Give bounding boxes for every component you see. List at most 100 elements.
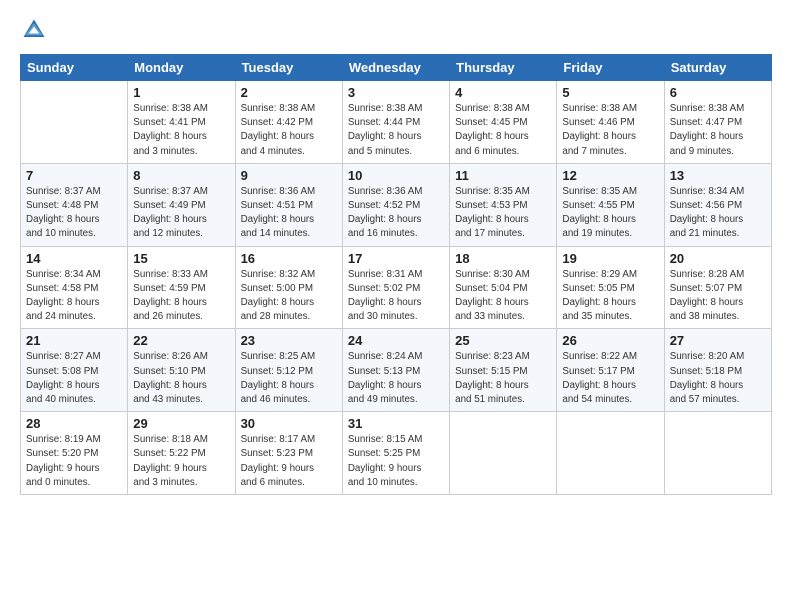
day-number: 2 — [241, 85, 337, 100]
calendar-cell: 17 Sunrise: 8:31 AM Sunset: 5:02 PM Dayli… — [342, 246, 449, 329]
calendar-cell — [450, 412, 557, 495]
day-info: Sunrise: 8:24 AM Sunset: 5:13 PM Dayligh… — [348, 350, 444, 407]
week-row-3: 14 Sunrise: 8:34 AM Sunset: 4:58 PM Dayli… — [21, 246, 772, 329]
calendar-cell: 29 Sunrise: 8:18 AM Sunset: 5:22 PM Dayli… — [128, 412, 235, 495]
day-number: 1 — [133, 85, 229, 100]
calendar-cell: 15 Sunrise: 8:33 AM Sunset: 4:59 PM Dayli… — [128, 246, 235, 329]
calendar-cell: 2 Sunrise: 8:38 AM Sunset: 4:42 PM Daylig… — [235, 81, 342, 164]
day-info: Sunrise: 8:38 AM Sunset: 4:44 PM Dayligh… — [348, 102, 444, 159]
day-number: 19 — [562, 251, 658, 266]
weekday-header-tuesday: Tuesday — [235, 55, 342, 81]
logo-icon — [20, 16, 48, 44]
day-info: Sunrise: 8:35 AM Sunset: 4:55 PM Dayligh… — [562, 185, 658, 242]
weekday-header-friday: Friday — [557, 55, 664, 81]
day-info: Sunrise: 8:34 AM Sunset: 4:56 PM Dayligh… — [670, 185, 766, 242]
calendar-cell: 1 Sunrise: 8:38 AM Sunset: 4:41 PM Daylig… — [128, 81, 235, 164]
day-number: 29 — [133, 416, 229, 431]
day-number: 10 — [348, 168, 444, 183]
day-number: 12 — [562, 168, 658, 183]
calendar-cell: 6 Sunrise: 8:38 AM Sunset: 4:47 PM Daylig… — [664, 81, 771, 164]
day-number: 14 — [26, 251, 122, 266]
calendar-cell — [557, 412, 664, 495]
weekday-header-row: SundayMondayTuesdayWednesdayThursdayFrid… — [21, 55, 772, 81]
day-number: 13 — [670, 168, 766, 183]
day-info: Sunrise: 8:32 AM Sunset: 5:00 PM Dayligh… — [241, 268, 337, 325]
weekday-header-wednesday: Wednesday — [342, 55, 449, 81]
day-number: 28 — [26, 416, 122, 431]
day-info: Sunrise: 8:28 AM Sunset: 5:07 PM Dayligh… — [670, 268, 766, 325]
calendar-cell: 11 Sunrise: 8:35 AM Sunset: 4:53 PM Dayli… — [450, 163, 557, 246]
weekday-header-monday: Monday — [128, 55, 235, 81]
day-number: 3 — [348, 85, 444, 100]
calendar-cell: 18 Sunrise: 8:30 AM Sunset: 5:04 PM Dayli… — [450, 246, 557, 329]
calendar-cell: 19Sunrise: 8:29 AM Sunset: 5:05 PM Dayli… — [557, 246, 664, 329]
calendar-table: SundayMondayTuesdayWednesdayThursdayFrid… — [20, 54, 772, 495]
day-info: Sunrise: 8:19 AM Sunset: 5:20 PM Dayligh… — [26, 433, 122, 490]
calendar-cell — [664, 412, 771, 495]
calendar-cell: 23Sunrise: 8:25 AM Sunset: 5:12 PM Dayli… — [235, 329, 342, 412]
day-info: Sunrise: 8:36 AM Sunset: 4:52 PM Dayligh… — [348, 185, 444, 242]
day-number: 22 — [133, 333, 229, 348]
day-number: 30 — [241, 416, 337, 431]
day-number: 26 — [562, 333, 658, 348]
calendar-cell: 22 Sunrise: 8:26 AM Sunset: 5:10 PM Dayli… — [128, 329, 235, 412]
day-info: Sunrise: 8:25 AM Sunset: 5:12 PM Dayligh… — [241, 350, 337, 407]
day-number: 6 — [670, 85, 766, 100]
week-row-2: 7 Sunrise: 8:37 AM Sunset: 4:48 PM Daylig… — [21, 163, 772, 246]
day-info: Sunrise: 8:38 AM Sunset: 4:45 PM Dayligh… — [455, 102, 551, 159]
day-info: Sunrise: 8:22 AM Sunset: 5:17 PM Dayligh… — [562, 350, 658, 407]
day-info: Sunrise: 8:15 AM Sunset: 5:25 PM Dayligh… — [348, 433, 444, 490]
day-number: 4 — [455, 85, 551, 100]
day-info: Sunrise: 8:17 AM Sunset: 5:23 PM Dayligh… — [241, 433, 337, 490]
day-info: Sunrise: 8:27 AM Sunset: 5:08 PM Dayligh… — [26, 350, 122, 407]
day-info: Sunrise: 8:38 AM Sunset: 4:47 PM Dayligh… — [670, 102, 766, 159]
day-info: Sunrise: 8:31 AM Sunset: 5:02 PM Dayligh… — [348, 268, 444, 325]
day-info: Sunrise: 8:38 AM Sunset: 4:42 PM Dayligh… — [241, 102, 337, 159]
day-number: 17 — [348, 251, 444, 266]
calendar-cell: 8Sunrise: 8:37 AM Sunset: 4:49 PM Daylig… — [128, 163, 235, 246]
week-row-1: 1 Sunrise: 8:38 AM Sunset: 4:41 PM Daylig… — [21, 81, 772, 164]
day-info: Sunrise: 8:26 AM Sunset: 5:10 PM Dayligh… — [133, 350, 229, 407]
calendar-cell — [21, 81, 128, 164]
calendar-cell: 13 Sunrise: 8:34 AM Sunset: 4:56 PM Dayli… — [664, 163, 771, 246]
day-info: Sunrise: 8:34 AM Sunset: 4:58 PM Dayligh… — [26, 268, 122, 325]
day-number: 21 — [26, 333, 122, 348]
day-number: 16 — [241, 251, 337, 266]
weekday-header-saturday: Saturday — [664, 55, 771, 81]
day-info: Sunrise: 8:35 AM Sunset: 4:53 PM Dayligh… — [455, 185, 551, 242]
calendar-cell: 24 Sunrise: 8:24 AM Sunset: 5:13 PM Dayli… — [342, 329, 449, 412]
calendar-cell: 14 Sunrise: 8:34 AM Sunset: 4:58 PM Dayli… — [21, 246, 128, 329]
calendar-cell: 7 Sunrise: 8:37 AM Sunset: 4:48 PM Daylig… — [21, 163, 128, 246]
day-info: Sunrise: 8:23 AM Sunset: 5:15 PM Dayligh… — [455, 350, 551, 407]
day-number: 9 — [241, 168, 337, 183]
header — [20, 16, 772, 44]
day-number: 27 — [670, 333, 766, 348]
day-number: 31 — [348, 416, 444, 431]
day-number: 24 — [348, 333, 444, 348]
calendar-cell: 10 Sunrise: 8:36 AM Sunset: 4:52 PM Dayli… — [342, 163, 449, 246]
day-info: Sunrise: 8:37 AM Sunset: 4:48 PM Dayligh… — [26, 185, 122, 242]
calendar-cell: 31 Sunrise: 8:15 AM Sunset: 5:25 PM Dayli… — [342, 412, 449, 495]
day-info: Sunrise: 8:30 AM Sunset: 5:04 PM Dayligh… — [455, 268, 551, 325]
calendar-cell: 9 Sunrise: 8:36 AM Sunset: 4:51 PM Daylig… — [235, 163, 342, 246]
day-info: Sunrise: 8:18 AM Sunset: 5:22 PM Dayligh… — [133, 433, 229, 490]
day-number: 20 — [670, 251, 766, 266]
day-number: 8 — [133, 168, 229, 183]
calendar-cell: 27Sunrise: 8:20 AM Sunset: 5:18 PM Dayli… — [664, 329, 771, 412]
day-number: 7 — [26, 168, 122, 183]
day-info: Sunrise: 8:36 AM Sunset: 4:51 PM Dayligh… — [241, 185, 337, 242]
calendar-cell: 21 Sunrise: 8:27 AM Sunset: 5:08 PM Dayli… — [21, 329, 128, 412]
day-number: 11 — [455, 168, 551, 183]
day-number: 18 — [455, 251, 551, 266]
day-number: 15 — [133, 251, 229, 266]
calendar-cell: 12 Sunrise: 8:35 AM Sunset: 4:55 PM Dayli… — [557, 163, 664, 246]
day-info: Sunrise: 8:33 AM Sunset: 4:59 PM Dayligh… — [133, 268, 229, 325]
day-info: Sunrise: 8:38 AM Sunset: 4:41 PM Dayligh… — [133, 102, 229, 159]
week-row-5: 28 Sunrise: 8:19 AM Sunset: 5:20 PM Dayli… — [21, 412, 772, 495]
day-info: Sunrise: 8:38 AM Sunset: 4:46 PM Dayligh… — [562, 102, 658, 159]
calendar-cell: 16 Sunrise: 8:32 AM Sunset: 5:00 PM Dayli… — [235, 246, 342, 329]
weekday-header-thursday: Thursday — [450, 55, 557, 81]
calendar-cell: 25Sunrise: 8:23 AM Sunset: 5:15 PM Dayli… — [450, 329, 557, 412]
calendar-cell: 26 Sunrise: 8:22 AM Sunset: 5:17 PM Dayli… — [557, 329, 664, 412]
week-row-4: 21 Sunrise: 8:27 AM Sunset: 5:08 PM Dayli… — [21, 329, 772, 412]
